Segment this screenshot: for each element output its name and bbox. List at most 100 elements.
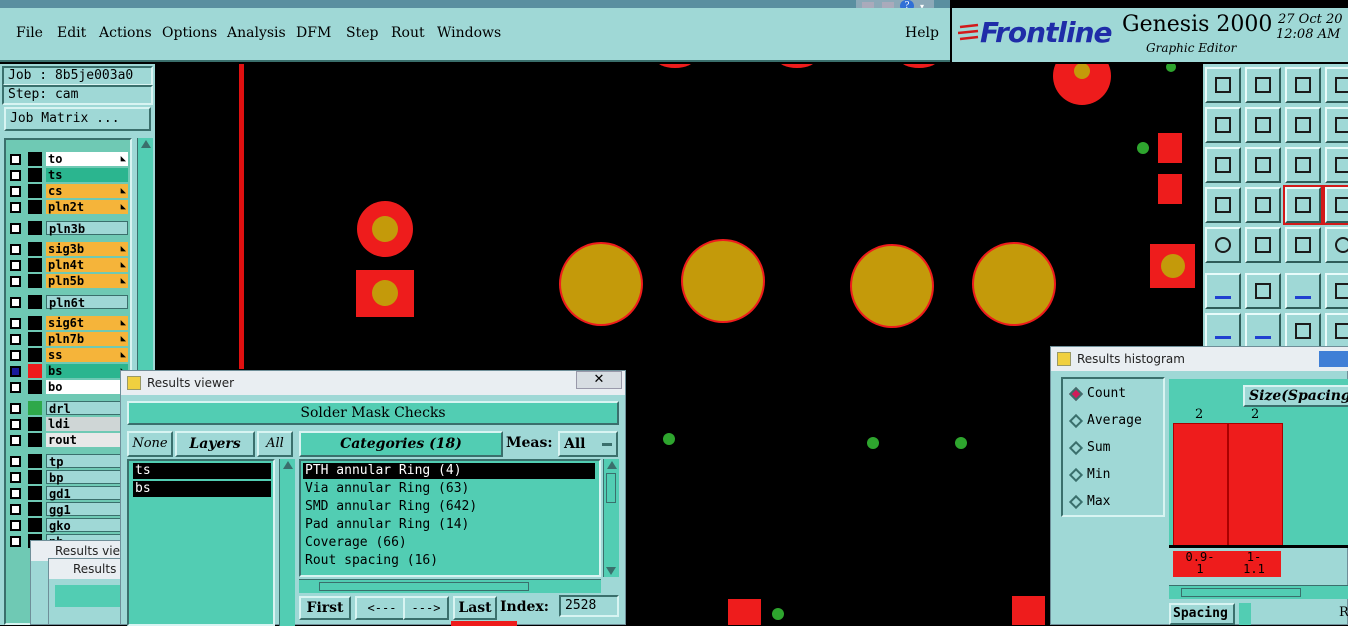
scroll-thumb[interactable]	[606, 473, 616, 503]
scale-icon[interactable]	[1285, 147, 1321, 183]
layer-name[interactable]: bs◣	[46, 364, 128, 378]
layer-color-swatch[interactable]	[28, 502, 42, 516]
layer-results-list[interactable]: ts bs	[127, 459, 275, 626]
layer-checkbox[interactable]	[10, 276, 21, 287]
layer-row-pln4t[interactable]: pln4t ◣	[6, 258, 128, 272]
zoom-icon[interactable]	[1245, 147, 1281, 183]
layer-color-swatch[interactable]	[28, 184, 42, 198]
metric-option-max[interactable]: Max	[1068, 493, 1161, 511]
list-item[interactable]: ts	[133, 463, 271, 479]
scroll-down-icon[interactable]	[606, 567, 616, 575]
layer-name[interactable]: gko	[46, 518, 128, 533]
layer-checkbox[interactable]	[10, 419, 21, 430]
layer-name[interactable]: pln5b ◣	[46, 274, 128, 288]
layer-color-swatch[interactable]	[28, 417, 42, 431]
layer-row-pln6t[interactable]: pln6t	[6, 295, 128, 310]
layer-color-swatch[interactable]	[28, 401, 42, 415]
layer-name[interactable]: tp	[46, 454, 128, 469]
layer-row-ss[interactable]: ss ◣	[6, 348, 128, 362]
layer-row-gd1[interactable]: gd1	[6, 486, 128, 501]
layer-color-swatch[interactable]	[28, 380, 42, 394]
layer-row-bp[interactable]: bp	[6, 470, 128, 485]
layer-name[interactable]: ss ◣	[46, 348, 128, 362]
histogram-bar-1[interactable]	[1173, 423, 1228, 547]
radio-diamond-icon[interactable]	[1068, 467, 1084, 483]
layer-checkbox[interactable]	[10, 350, 21, 361]
layer-name[interactable]: pln2t ◣	[46, 200, 128, 214]
category-item[interactable]: Rout spacing (16)	[303, 553, 595, 569]
arrow-icon[interactable]	[1325, 273, 1348, 309]
line-icon[interactable]	[1245, 313, 1281, 349]
layer-name[interactable]: pln3b	[46, 221, 128, 236]
menu-options[interactable]: Options	[162, 25, 217, 41]
layer-row-ts[interactable]: ts	[6, 168, 128, 182]
layer-row-pln5b[interactable]: pln5b ◣	[6, 274, 128, 288]
categories-hscrollbar[interactable]	[299, 579, 601, 593]
menu-help[interactable]: Help	[905, 25, 939, 41]
layer-checkbox[interactable]	[10, 435, 21, 446]
undo-icon[interactable]	[1285, 107, 1321, 143]
menu-dfm[interactable]: DFM	[296, 25, 331, 41]
layer-name[interactable]: pln4t ◣	[46, 258, 128, 272]
bin-label-1[interactable]: 0.9- 1	[1173, 551, 1227, 577]
bin-label-2[interactable]: 1- 1.1	[1227, 551, 1281, 577]
save-up-icon[interactable]	[1205, 67, 1241, 103]
category-item[interactable]: Via annular Ring (63)	[303, 481, 595, 497]
layer-name[interactable]: rout	[46, 433, 128, 447]
all-layers-button[interactable]: All	[257, 431, 293, 457]
select-icon[interactable]	[1245, 227, 1281, 263]
histogram-bar-2[interactable]	[1228, 423, 1283, 547]
radio-diamond-icon[interactable]	[1068, 386, 1084, 402]
layer-row-to[interactable]: to ◣	[6, 152, 128, 166]
save-down-icon[interactable]	[1245, 67, 1281, 103]
layer-checkbox[interactable]	[10, 154, 21, 165]
menu-step[interactable]: Step	[346, 25, 378, 41]
layer-checkbox[interactable]	[10, 403, 21, 414]
layer-row-drl[interactable]: drl	[6, 401, 128, 416]
layer-name[interactable]: to ◣	[46, 152, 128, 166]
layer-row-cs[interactable]: cs ◣	[6, 184, 128, 198]
layer-name[interactable]: cs ◣	[46, 184, 128, 198]
snap-icon[interactable]	[1205, 187, 1241, 223]
first-button[interactable]: First	[299, 596, 351, 620]
bracket-icon[interactable]	[1325, 313, 1348, 349]
layer-checkbox[interactable]	[10, 334, 21, 345]
categories-list[interactable]: PTH annular Ring (4) Via annular Ring (63…	[299, 459, 601, 577]
category-item[interactable]: SMD annular Ring (642)	[303, 499, 595, 515]
panel-icon[interactable]	[1325, 67, 1348, 103]
layer-name[interactable]: gg1	[46, 502, 128, 517]
net-icon[interactable]	[1283, 185, 1323, 225]
layers-button[interactable]: Layers	[175, 431, 255, 457]
layer-color-swatch[interactable]	[28, 242, 42, 256]
layer-color-swatch[interactable]	[28, 486, 42, 500]
category-item[interactable]: Coverage (66)	[303, 535, 595, 551]
metric-option-count[interactable]: Count	[1068, 385, 1161, 403]
layer-color-swatch[interactable]	[28, 200, 42, 214]
layer-row-tp[interactable]: tp	[6, 454, 128, 469]
layer-name[interactable]: pln7b ◣	[46, 332, 128, 346]
metric-option-min[interactable]: Min	[1068, 466, 1161, 484]
cross-icon[interactable]	[1245, 273, 1281, 309]
layer-color-swatch[interactable]	[28, 316, 42, 330]
layer-color-swatch[interactable]	[28, 364, 42, 378]
layer-color-swatch[interactable]	[28, 258, 42, 272]
index-input[interactable]: 2528	[559, 595, 619, 617]
layer-name[interactable]: gd1	[46, 486, 128, 501]
layer-checkbox[interactable]	[10, 260, 21, 271]
layer-color-swatch[interactable]	[28, 518, 42, 532]
layer-name[interactable]: bp	[46, 470, 128, 485]
scroll-up-icon[interactable]	[282, 461, 293, 469]
grid-icon[interactable]	[1245, 187, 1281, 223]
menu-edit[interactable]: Edit	[57, 25, 86, 41]
layer-color-swatch[interactable]	[28, 274, 42, 288]
layer-name[interactable]: ts	[46, 168, 128, 182]
layer-checkbox[interactable]	[10, 488, 21, 499]
layer-name[interactable]: bo◣	[46, 380, 128, 394]
menu-file[interactable]: File	[16, 25, 43, 41]
fit-icon[interactable]	[1205, 147, 1241, 183]
radio-diamond-icon[interactable]	[1068, 413, 1084, 429]
layer-checkbox[interactable]	[10, 472, 21, 483]
layer-color-swatch[interactable]	[28, 152, 42, 166]
histogram-hscrollbar[interactable]	[1169, 585, 1348, 599]
categories-button[interactable]: Categories (18)	[299, 431, 503, 457]
